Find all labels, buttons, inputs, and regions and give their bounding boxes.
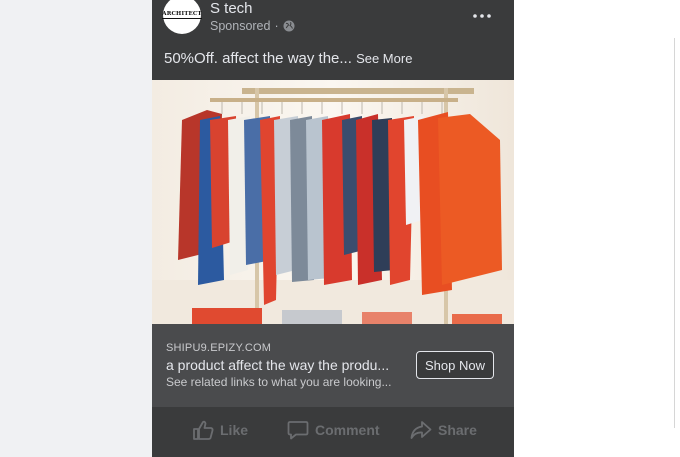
link-title[interactable]: a product affect the way the produ... bbox=[166, 357, 389, 373]
share-button[interactable]: Share bbox=[410, 420, 477, 440]
see-more-link[interactable]: See More bbox=[356, 51, 412, 66]
like-label: Like bbox=[220, 422, 249, 438]
more-options-icon[interactable] bbox=[470, 6, 494, 26]
sponsored-post-card: ARCHITECT S tech Sponsored · 50%Off. aff… bbox=[152, 0, 514, 457]
clothing-rack-photo[interactable] bbox=[152, 80, 514, 324]
shop-now-button[interactable]: Shop Now bbox=[416, 351, 494, 379]
globe-icon bbox=[283, 20, 295, 32]
avatar-logo-text: ARCHITECT bbox=[162, 11, 202, 19]
comment-icon bbox=[287, 421, 309, 440]
meta-separator: · bbox=[274, 19, 279, 33]
comment-label: Comment bbox=[315, 422, 380, 438]
page-name-link[interactable]: S tech bbox=[210, 0, 253, 17]
post-header: ARCHITECT S tech Sponsored · bbox=[152, 0, 514, 42]
page-avatar[interactable]: ARCHITECT bbox=[162, 0, 202, 34]
scrollbar-track[interactable] bbox=[674, 38, 675, 428]
link-domain: SHIPU9.EPIZY.COM bbox=[166, 342, 272, 354]
link-description: See related links to what you are lookin… bbox=[166, 375, 392, 389]
page-background-right bbox=[514, 0, 680, 457]
page-background-left bbox=[0, 0, 152, 457]
link-preview[interactable]: SHIPU9.EPIZY.COM a product affect the wa… bbox=[152, 324, 514, 407]
like-button[interactable]: Like bbox=[192, 420, 248, 440]
post-meta: Sponsored · bbox=[210, 19, 295, 33]
caption-text: 50%Off. affect the way the... bbox=[164, 50, 352, 67]
share-icon bbox=[410, 421, 432, 439]
sponsored-label[interactable]: Sponsored bbox=[210, 19, 270, 33]
comment-button[interactable]: Comment bbox=[287, 420, 380, 440]
post-caption: 50%Off. affect the way the... See More bbox=[164, 50, 412, 67]
like-icon bbox=[193, 420, 214, 440]
post-actions: Like Comment Share bbox=[152, 407, 514, 457]
share-label: Share bbox=[438, 422, 477, 438]
